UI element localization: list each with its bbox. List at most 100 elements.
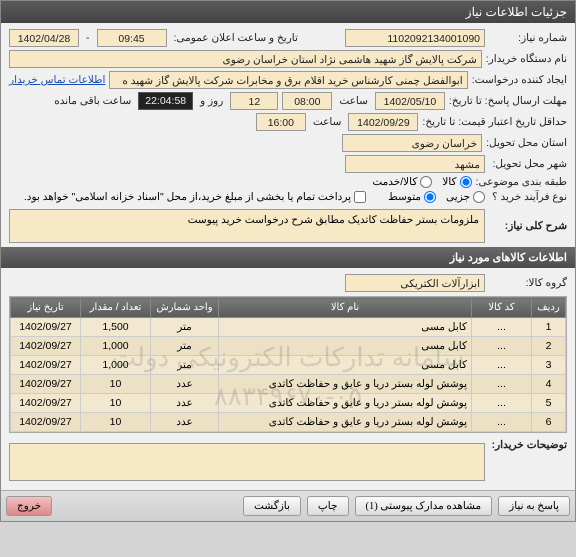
announce-date-field: 1402/04/28 (9, 29, 79, 47)
cell-code: ... (472, 375, 532, 394)
cell-unit: متر (151, 318, 219, 337)
cell-date: 1402/09/27 (11, 375, 81, 394)
nature-partial-radio[interactable]: جزیی (446, 191, 485, 203)
table-row[interactable]: 5...پوشش لوله بستر دریا و عایق و حفاظت ک… (11, 394, 566, 413)
city-field: مشهد (345, 155, 485, 173)
remain-time-counter: 22:04:58 (138, 92, 193, 110)
requester-field: ابوالفضل چمنی کارشناس خرید اقلام برق و م… (109, 71, 467, 89)
items-table-wrap: سامانه تدارکات الکترونیکی دولت ۸۸۳۴۹۶۷۰-… (9, 296, 567, 433)
cell-n: 1 (532, 318, 566, 337)
validity-time-field: 16:00 (256, 113, 306, 131)
cell-unit: عدد (151, 394, 219, 413)
announce-time-field: 09:45 (97, 29, 167, 47)
attach-button[interactable]: مشاهده مدارک پیوستی (1) (355, 496, 493, 516)
topic-class-label: طبقه بندی موضوعی: (476, 176, 567, 188)
cell-date: 1402/09/27 (11, 318, 81, 337)
cell-unit: عدد (151, 413, 219, 432)
cell-name: پوشش لوله بستر دریا و عایق و حفاظت کاتدی (219, 413, 472, 432)
cell-n: 6 (532, 413, 566, 432)
th-qty: تعداد / مقدار (81, 298, 151, 318)
group-field: ابزارآلات الکتریکی (345, 274, 485, 292)
nature-label: نوع فرآیند خرید ؟ (489, 191, 567, 203)
buyer-notes-label: توضیحات خریدار: (489, 439, 567, 451)
cell-qty: 10 (81, 413, 151, 432)
remain-suffix: ساعت باقی مانده (51, 95, 134, 107)
cell-date: 1402/09/27 (11, 356, 81, 375)
table-row[interactable]: 6...پوشش لوله بستر دریا و عایق و حفاظت ک… (11, 413, 566, 432)
cell-qty: 1,500 (81, 318, 151, 337)
topic-service-radio[interactable]: کالا/خدمت (372, 176, 432, 188)
cell-qty: 1,000 (81, 337, 151, 356)
window: جزئیات اطلاعات نیاز شماره نیاز: 11020921… (0, 0, 576, 522)
cell-qty: 10 (81, 375, 151, 394)
contact-link[interactable]: اطلاعات تماس خریدار (9, 74, 105, 86)
th-row: ردیف (532, 298, 566, 318)
th-date: تاریخ نیاز (11, 298, 81, 318)
province-field: خراسان رضوی (342, 134, 482, 152)
cell-unit: متر (151, 337, 219, 356)
cell-code: ... (472, 413, 532, 432)
cell-date: 1402/09/27 (11, 394, 81, 413)
window-title: جزئیات اطلاعات نیاز (466, 5, 567, 19)
cell-n: 3 (532, 356, 566, 375)
table-header-row: ردیف کد کالا نام کالا واحد شمارش تعداد /… (11, 298, 566, 318)
back-button[interactable]: بازگشت (243, 496, 301, 516)
cell-n: 2 (532, 337, 566, 356)
th-unit: واحد شمارش (151, 298, 219, 318)
cell-qty: 10 (81, 394, 151, 413)
validity-time-label: ساعت (310, 116, 345, 128)
cell-name: پوشش لوله بستر دریا و عایق و حفاظت کاتدی (219, 394, 472, 413)
topic-goods-radio[interactable]: کالا (442, 176, 471, 188)
cell-name: پوشش لوله بستر دریا و عایق و حفاظت کاتدی (219, 375, 472, 394)
announce-label: تاریخ و ساعت اعلان عمومی: (171, 32, 342, 44)
group-label: گروه کالا: (489, 277, 567, 289)
buyer-notes-field (9, 443, 485, 481)
cell-name: کابل مسی (219, 318, 472, 337)
titlebar: جزئیات اطلاعات نیاز (1, 1, 575, 23)
deadline-time-field: 08:00 (282, 92, 332, 110)
cell-n: 4 (532, 375, 566, 394)
deadline-time-label: ساعت (336, 95, 371, 107)
cell-name: کابل مسی (219, 337, 472, 356)
requester-label: ایجاد کننده درخواست: (472, 74, 567, 86)
cell-n: 5 (532, 394, 566, 413)
table-row[interactable]: 3...کابل مسیمتر1,0001402/09/27 (11, 356, 566, 375)
cell-unit: متر (151, 356, 219, 375)
remain-days-field: 12 (230, 92, 278, 110)
validity-date-field: 1402/09/29 (348, 113, 418, 131)
cell-code: ... (472, 318, 532, 337)
desc-label: شرح کلی نیاز: (489, 220, 567, 232)
need-no-field: 1102092134001090 (345, 29, 485, 47)
cell-unit: عدد (151, 375, 219, 394)
th-name: نام کالا (219, 298, 472, 318)
reply-button[interactable]: پاسخ به نیاز (498, 496, 570, 516)
table-row[interactable]: 2...کابل مسیمتر1,0001402/09/27 (11, 337, 566, 356)
topic-class-group: کالا کالا/خدمت (372, 176, 471, 188)
validity-label: حداقل تاریخ اعتبار قیمت: تا تاریخ: (422, 116, 567, 128)
items-section-header: اطلاعات کالاهای مورد نیاز (1, 247, 575, 268)
footer: پاسخ به نیاز مشاهده مدارک پیوستی (1) چاپ… (1, 490, 575, 521)
cell-code: ... (472, 394, 532, 413)
print-button[interactable]: چاپ (307, 496, 349, 516)
items-table: ردیف کد کالا نام کالا واحد شمارش تعداد /… (10, 297, 566, 432)
payment-check[interactable]: پرداخت تمام یا بخشی از مبلغ خرید،از محل … (24, 191, 366, 203)
table-row[interactable]: 4...پوشش لوله بستر دریا و عایق و حفاظت ک… (11, 375, 566, 394)
cell-code: ... (472, 337, 532, 356)
cell-qty: 1,000 (81, 356, 151, 375)
need-no-label: شماره نیاز: (489, 32, 567, 44)
deadline-date-field: 1402/05/10 (375, 92, 445, 110)
content: شماره نیاز: 1102092134001090 تاریخ و ساع… (1, 23, 575, 490)
remain-days-label: روز و (197, 95, 226, 107)
nature-medium-radio[interactable]: متوسط (388, 191, 436, 203)
province-label: استان محل تحویل: (486, 137, 567, 149)
cell-code: ... (472, 356, 532, 375)
exit-button[interactable]: خروج (6, 496, 52, 516)
buyer-label: نام دستگاه خریدار: (486, 53, 567, 65)
nature-group: جزیی متوسط (388, 191, 485, 203)
cell-name: کابل مسی (219, 356, 472, 375)
desc-field: ملزومات بستر حفاظت کاتدیک مطابق شرح درخو… (9, 209, 485, 243)
city-label: شهر محل تحویل: (489, 158, 567, 170)
table-row[interactable]: 1...کابل مسیمتر1,5001402/09/27 (11, 318, 566, 337)
cell-date: 1402/09/27 (11, 413, 81, 432)
deadline-label: مهلت ارسال پاسخ: تا تاریخ: (449, 95, 567, 107)
